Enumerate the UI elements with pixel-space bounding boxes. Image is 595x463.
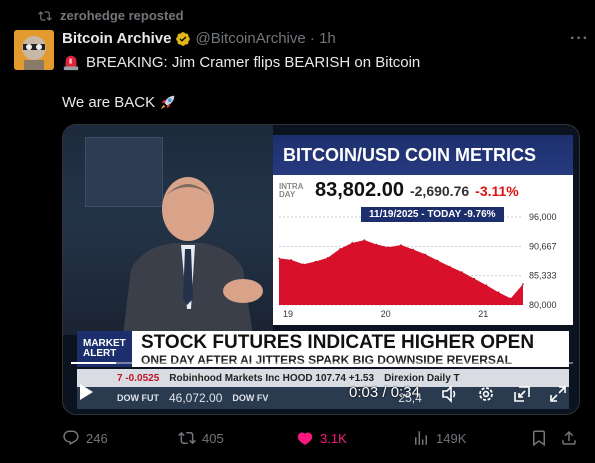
x-tick-label: 19 [283, 309, 293, 319]
repost-count: 405 [202, 430, 224, 446]
ticker-item: Direxion Daily T [384, 372, 460, 384]
chart-point [461, 271, 463, 273]
video-headline: STOCK FUTURES INDICATE HIGHER OPEN [141, 332, 535, 353]
ticker-item: 46,072.00 [169, 391, 223, 405]
chart-point [302, 263, 305, 266]
chart-point [327, 256, 329, 259]
y-tick-label: 80,000 [529, 300, 557, 310]
ticker-bottom: DOW FUT 46,072.00 DOW FV 25,4 [77, 387, 569, 409]
x-tick-label: 20 [381, 309, 391, 319]
chart-point [351, 242, 353, 244]
volume-icon[interactable] [441, 385, 459, 403]
price-row: INTRA DAY 83,802.00 -2,690.76 -3.11% [279, 179, 519, 202]
time-current: 0:03 [349, 384, 379, 401]
heart-icon [297, 432, 313, 445]
chart-point [449, 265, 451, 268]
author-handle[interactable]: @BitcoinArchive [195, 30, 305, 47]
reply-icon [63, 430, 79, 446]
views-button[interactable]: 149K [412, 429, 466, 447]
y-tick-label: 96,000 [529, 212, 557, 222]
chart-point [412, 248, 414, 251]
chart-point [473, 277, 475, 280]
tweet-text-1: BREAKING: Jim Cramer flips BEARISH on Bi… [86, 53, 421, 71]
repost-label[interactable]: zerohedge reposted [60, 8, 184, 23]
chart-point [424, 253, 427, 256]
header-dot: · [305, 30, 320, 47]
chart-point [339, 248, 341, 250]
y-tick-label: 90,667 [529, 241, 557, 251]
chart-point [485, 284, 488, 286]
chart-point [510, 297, 512, 300]
chart-point [314, 260, 317, 263]
play-icon[interactable] [77, 383, 95, 401]
siren-emoji-icon [63, 55, 79, 71]
btc-price: 83,802.00 [315, 179, 404, 201]
chart-point [290, 259, 292, 261]
time-separator: / [382, 384, 387, 401]
video-progress-bar[interactable] [71, 362, 573, 364]
time-total: 0:34 [390, 384, 420, 401]
settings-gear-icon[interactable] [477, 385, 495, 403]
like-button[interactable]: 3.1K [296, 429, 347, 447]
ticker-top: 7 -0.0525 Robinhood Markets Inc HOOD 107… [77, 369, 569, 387]
bookmark-button[interactable] [530, 429, 548, 447]
ticker-item: DOW FV [232, 393, 269, 403]
chart-point [388, 246, 390, 249]
repost-icon [178, 431, 196, 445]
repost-icon [38, 10, 52, 21]
tweet-header: Bitcoin Archive @BitcoinArchive · 1h [62, 30, 583, 47]
rocket-emoji-icon [160, 95, 175, 110]
chart-point [278, 257, 280, 260]
alert-line2: ALERT [83, 348, 117, 359]
chart-point [497, 291, 500, 294]
more-options-icon[interactable]: ··· [570, 30, 589, 48]
views-count: 149K [436, 430, 467, 446]
chart-point [436, 259, 439, 262]
verified-badge-icon [176, 31, 191, 46]
fullscreen-icon[interactable] [549, 385, 567, 403]
tweet-text-line1: BREAKING: Jim Cramer flips BEARISH on Bi… [62, 53, 420, 71]
reply-count: 246 [86, 430, 108, 446]
video-time: 0:03 / 0:34 [349, 384, 420, 401]
ticker-item: 7 -0.0525 [117, 372, 160, 384]
author-avatar[interactable] [14, 30, 54, 70]
repost-indicator: zerohedge reposted [38, 8, 184, 23]
chart-area-series [279, 240, 523, 305]
pip-icon[interactable] [513, 385, 531, 403]
chart-point [400, 244, 402, 246]
date-range-badge: 11/19/2025 - TODAY -9.76% [361, 207, 504, 222]
chart-point [522, 283, 524, 285]
tweet-time[interactable]: 1h [319, 30, 336, 47]
video-progress-fill [71, 362, 117, 364]
tweet-actions: 246 405 3.1K 149K [62, 428, 589, 448]
repost-button[interactable]: 405 [178, 429, 224, 447]
chart-point [363, 239, 366, 241]
intraday-label: INTRA DAY [279, 181, 304, 199]
tweet-text-2: We are BACK [62, 93, 156, 111]
share-icon [562, 430, 576, 445]
y-tick-label: 85,333 [529, 271, 557, 281]
video-player[interactable]: BITCOIN/USD COIN METRICS INTRA DAY 83,80… [62, 124, 580, 415]
bookmark-icon [533, 430, 545, 447]
tweet-text-line2: We are BACK [62, 93, 177, 111]
share-button[interactable] [560, 429, 578, 447]
btc-change-pct: -3.11% [475, 182, 519, 199]
btc-change: -2,690.76 [409, 182, 470, 199]
reply-button[interactable]: 246 [62, 429, 108, 447]
ticker-item: DOW FUT [117, 393, 159, 403]
ticker-item: Robinhood Markets Inc HOOD 107.74 +1.53 [169, 372, 375, 384]
chart-title: BITCOIN/USD COIN METRICS [273, 135, 573, 175]
views-chart-icon [415, 431, 427, 445]
x-tick-label: 21 [478, 309, 488, 319]
like-count: 3.1K [320, 430, 347, 446]
presenter-figure [123, 177, 263, 335]
author-name[interactable]: Bitcoin Archive [62, 30, 171, 47]
chart-point [375, 243, 378, 246]
video-subheadline: ONE DAY AFTER AI JITTERS SPARK BIG DOWNS… [141, 353, 512, 367]
